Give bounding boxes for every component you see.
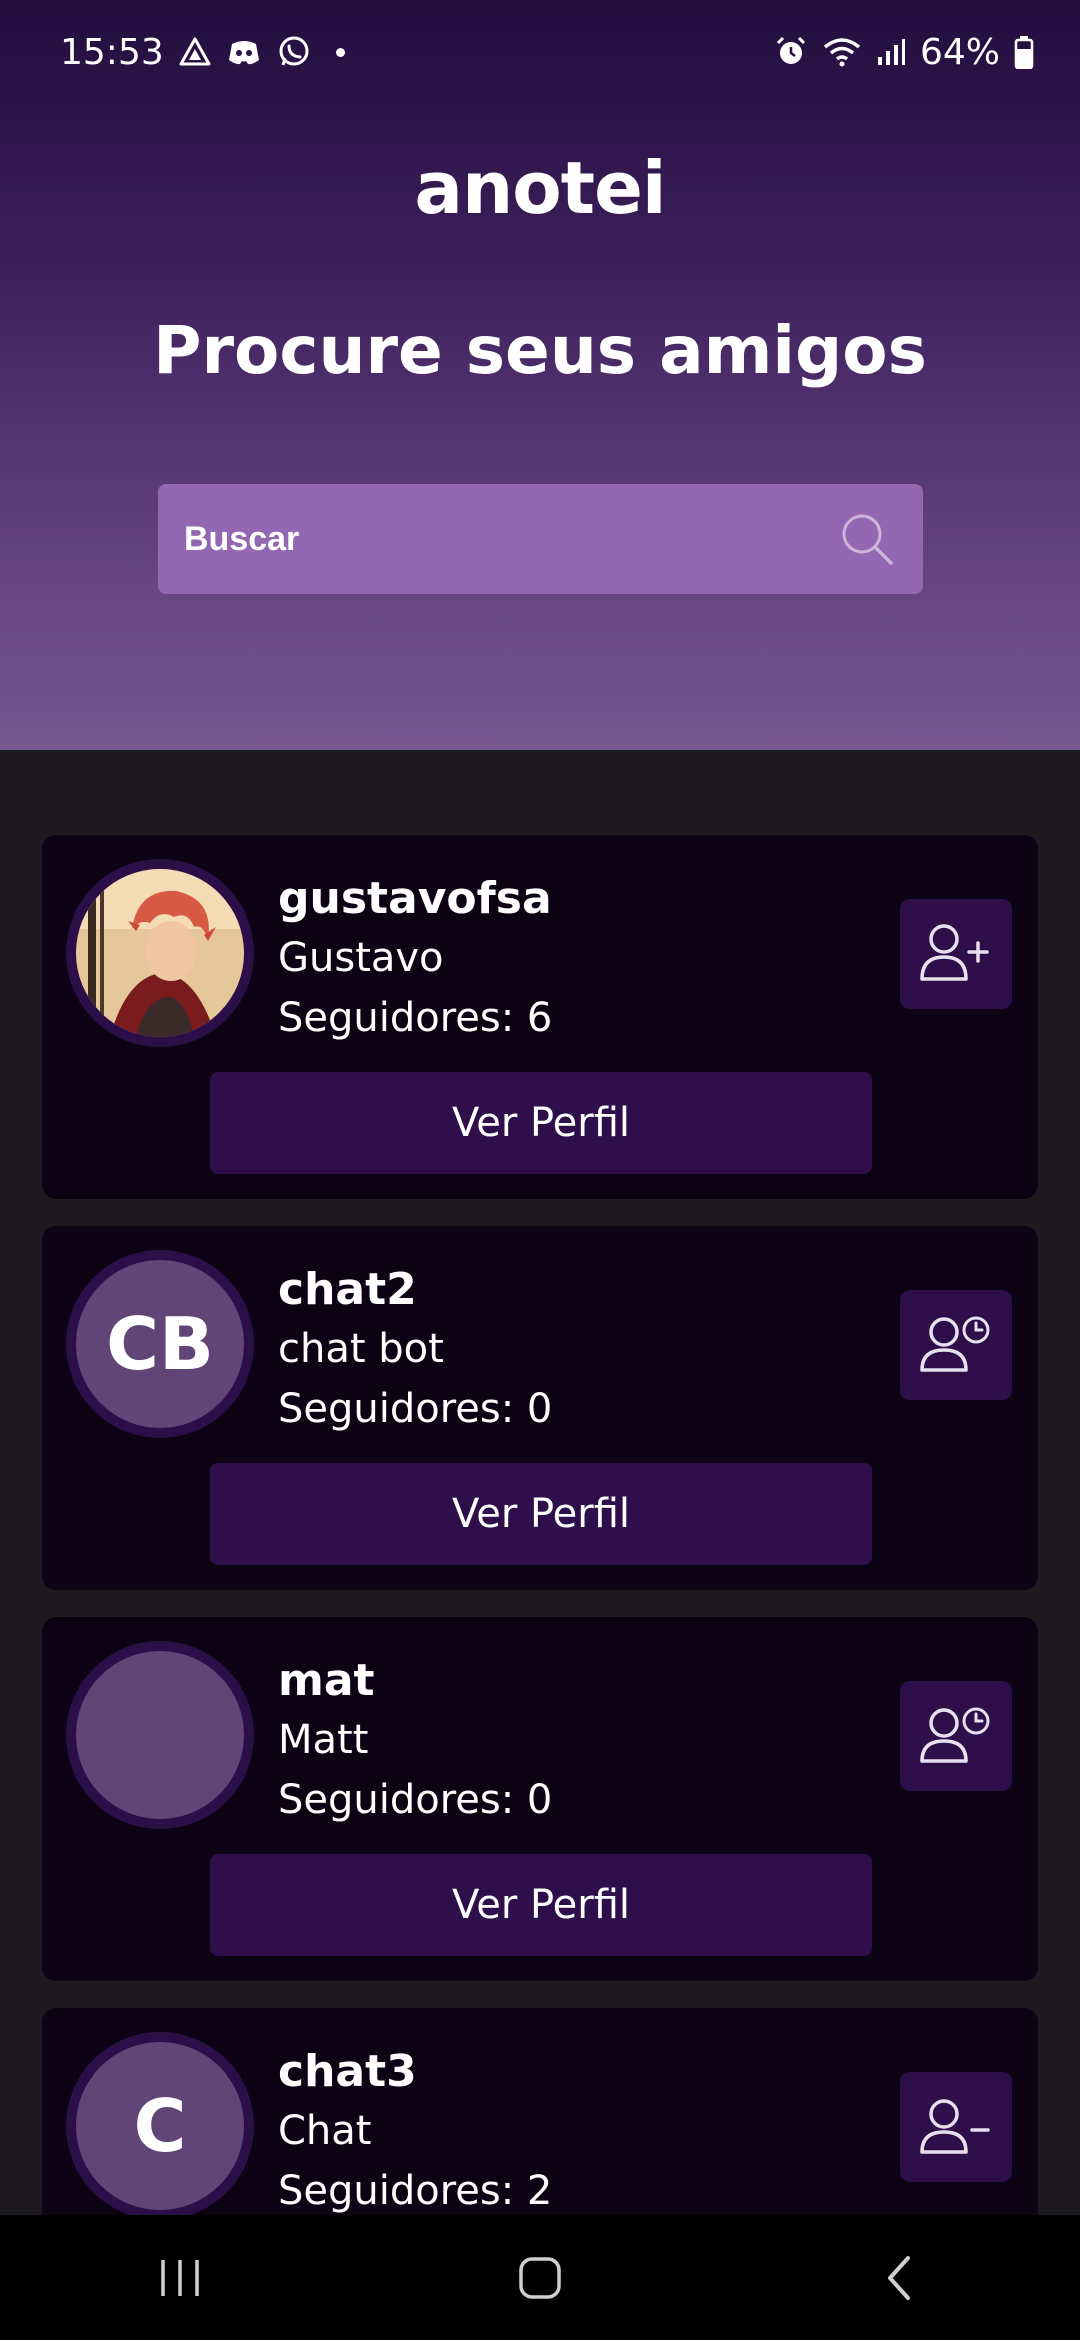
remove-user-icon <box>916 2090 996 2164</box>
avatar[interactable]: CB <box>66 1250 254 1438</box>
notification-dot <box>335 47 345 57</box>
view-profile-button[interactable]: Ver Perfil <box>210 1463 872 1565</box>
status-left: 15:53 <box>60 32 345 73</box>
whatsapp-icon <box>276 34 312 70</box>
pending-user-icon <box>916 1699 996 1773</box>
username: gustavofsa <box>278 873 552 924</box>
battery-percent: 64% <box>919 31 1000 73</box>
add-user-icon <box>916 917 996 991</box>
search-input[interactable] <box>184 519 835 559</box>
followers-count: Seguidores: 6 <box>278 995 553 1041</box>
user-full-name: Chat <box>278 2108 372 2154</box>
warning-triangle-icon <box>178 36 212 68</box>
avatar-photo <box>76 869 244 1037</box>
avatar[interactable] <box>66 1641 254 1829</box>
user-card: gustavofsa Gustavo Seguidores: 6 Ver Per… <box>42 835 1038 1199</box>
avatar[interactable] <box>66 859 254 1047</box>
followers-count: Seguidores: 0 <box>278 1386 553 1432</box>
followers-count: Seguidores: 0 <box>278 1777 553 1823</box>
username: chat2 <box>278 1264 417 1315</box>
avatar[interactable]: C <box>66 2032 254 2220</box>
username: mat <box>278 1655 375 1706</box>
username: chat3 <box>278 2046 417 2097</box>
back-icon[interactable] <box>840 2228 960 2328</box>
discord-icon <box>226 36 262 68</box>
recents-icon[interactable] <box>120 2228 240 2328</box>
user-full-name: chat bot <box>278 1326 444 1372</box>
add-friend-button[interactable] <box>900 899 1012 1009</box>
header: 15:53 64% anotei Procure seus amigos Bus… <box>0 0 1080 750</box>
remove-friend-button[interactable] <box>900 2072 1012 2182</box>
page-title: Procure seus amigos <box>153 312 927 389</box>
status-bar: 15:53 64% <box>0 0 1080 104</box>
user-list: gustavofsa Gustavo Seguidores: 6 Ver Per… <box>0 750 1080 2340</box>
signal-icon <box>876 37 906 67</box>
user-card: CB chat2 chat bot Seguidores: 0 Ver Perf… <box>42 1226 1038 1590</box>
user-card: mat Matt Seguidores: 0 Ver Perfil <box>42 1617 1038 1981</box>
alarm-icon <box>774 35 808 69</box>
pending-user-icon <box>916 1308 996 1382</box>
view-profile-button[interactable]: Ver Perfil <box>210 1854 872 1956</box>
status-time: 15:53 <box>60 31 164 73</box>
followers-count: Seguidores: 2 <box>278 2168 553 2214</box>
pending-request-button[interactable] <box>900 1681 1012 1791</box>
view-profile-button[interactable]: Ver Perfil <box>210 1072 872 1174</box>
wifi-icon <box>822 36 862 68</box>
system-nav-bar <box>0 2215 1080 2340</box>
home-icon[interactable] <box>480 2228 600 2328</box>
battery-icon <box>1014 35 1034 69</box>
search-bar[interactable] <box>158 484 923 594</box>
status-right: 64% <box>774 32 1034 73</box>
app-logo: anotei <box>414 146 666 230</box>
pending-request-button[interactable] <box>900 1290 1012 1400</box>
user-full-name: Gustavo <box>278 935 444 981</box>
search-icon[interactable] <box>835 507 899 571</box>
user-full-name: Matt <box>278 1717 369 1763</box>
